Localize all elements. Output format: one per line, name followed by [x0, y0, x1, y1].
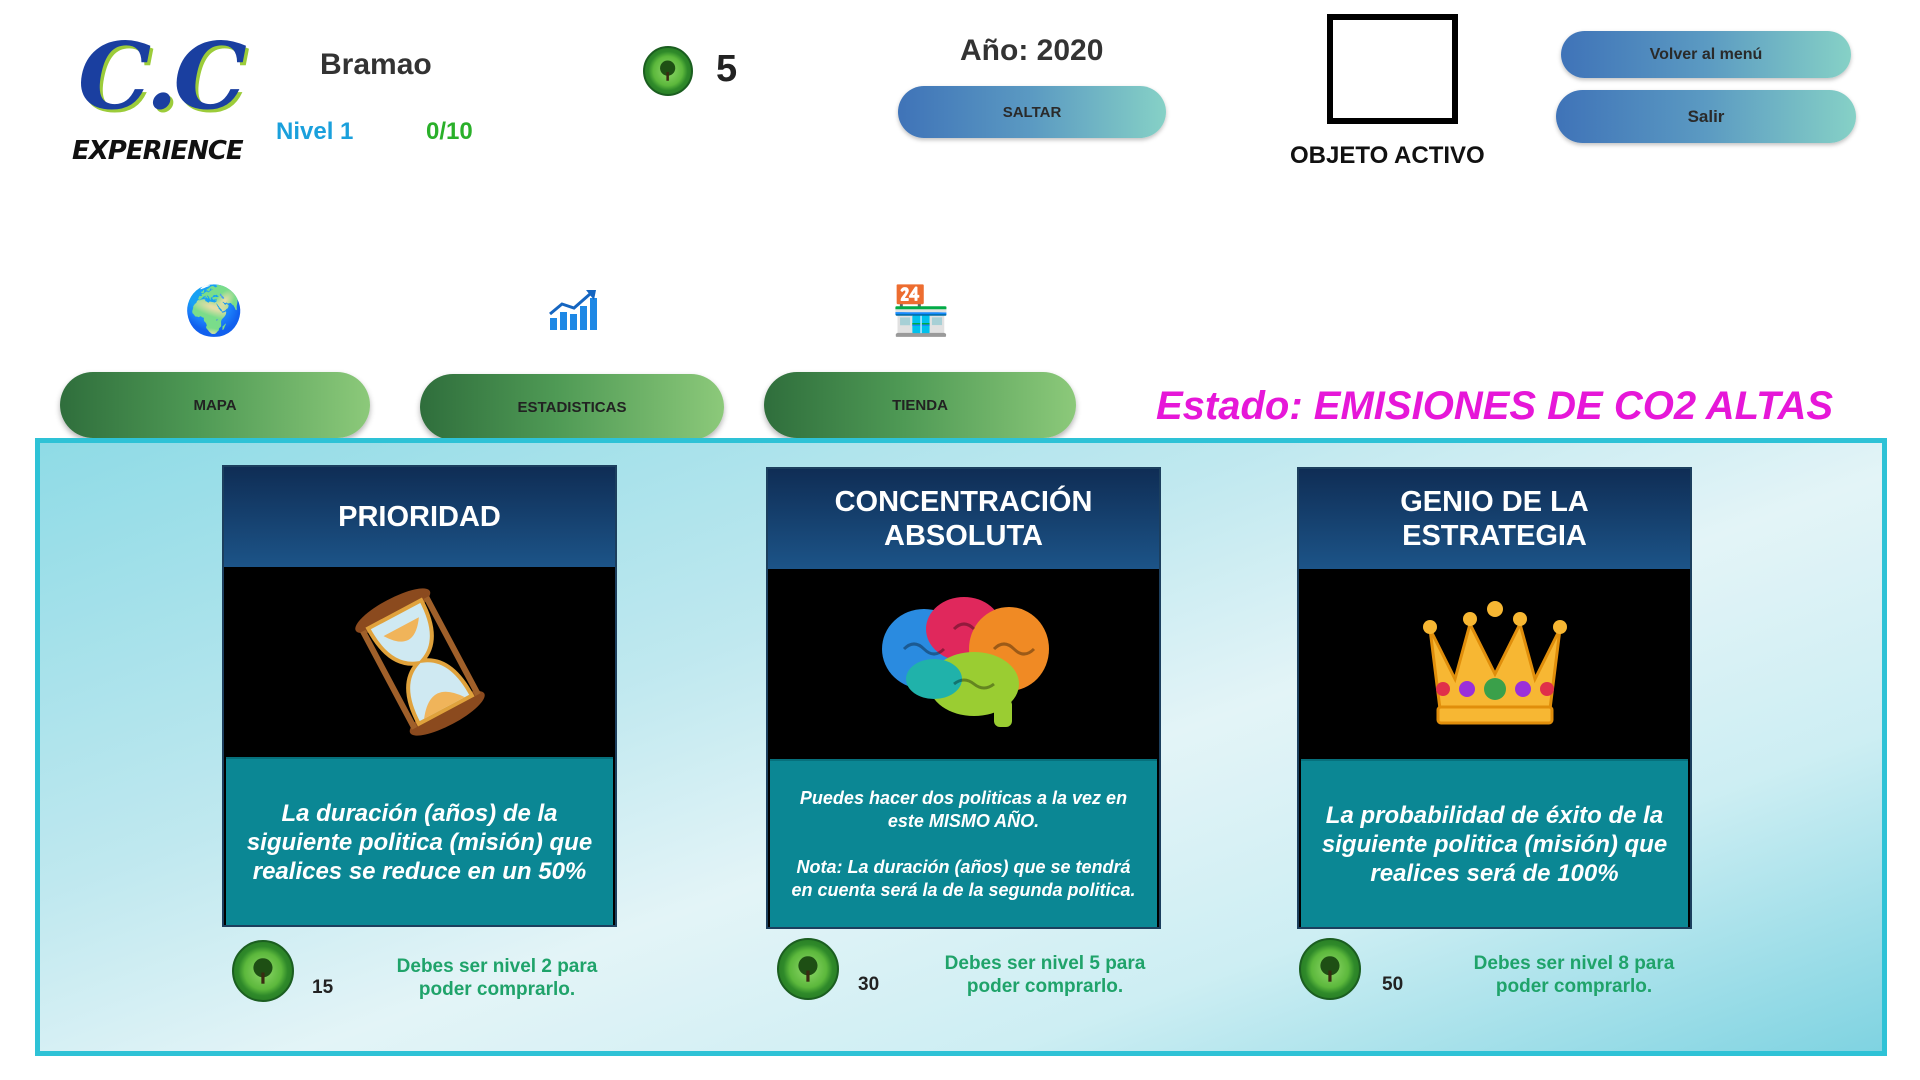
coin-count: 5	[716, 48, 738, 90]
shop-card-priority[interactable]: PRIORIDAD La duración (años) de la sigui…	[222, 465, 617, 927]
tree-coin-icon	[232, 940, 294, 1002]
app-logo: C.C EXPERIENCE	[70, 30, 247, 180]
player-level: Nivel 1	[276, 118, 354, 145]
tree-coin-icon	[1299, 938, 1361, 1000]
back-to-menu-button[interactable]: Volver al menú	[1561, 31, 1851, 78]
logo-subtitle: EXPERIENCE	[72, 136, 244, 166]
card-description: La probabilidad de éxito de la siguiente…	[1301, 759, 1688, 927]
chart-increasing-icon	[540, 288, 604, 345]
active-object-label: OBJETO ACTIVO	[1290, 142, 1485, 169]
card-price: 50	[1382, 974, 1404, 995]
logo-title: C.C	[78, 22, 247, 130]
card-title: PRIORIDAD	[224, 467, 615, 567]
level-progress: 0/10	[426, 118, 473, 145]
exit-button[interactable]: Salir	[1556, 90, 1856, 143]
card-price: 30	[858, 974, 880, 995]
tab-map[interactable]: MAPA	[60, 372, 370, 438]
globe-icon: 🌍	[184, 285, 244, 338]
hourglass-icon	[224, 567, 615, 757]
tree-coin-icon	[777, 938, 839, 1000]
card-description: Puedes hacer dos politicas a la vez en e…	[770, 759, 1157, 927]
tree-coin-icon	[643, 46, 693, 96]
active-object-slot[interactable]	[1327, 14, 1458, 124]
store-icon: 🏪	[891, 285, 951, 338]
card-description: La duración (años) de la siguiente polit…	[226, 757, 613, 925]
card-requirement: Debes ser nivel 5 para poder comprarlo.	[944, 953, 1146, 997]
shop-card-strategy-genius[interactable]: GENIO DE LA ESTRATEGIA La probabilidad d…	[1297, 467, 1692, 929]
crown-icon	[1299, 569, 1690, 759]
shop-card-absolute-concentration[interactable]: CONCENTRACIÓN ABSOLUTA Puedes hacer dos …	[766, 467, 1161, 929]
card-title: GENIO DE LA ESTRATEGIA	[1299, 469, 1690, 569]
card-price: 15	[312, 977, 334, 998]
tab-statistics[interactable]: ESTADISTICAS	[420, 374, 724, 440]
brain-icon	[768, 569, 1159, 759]
shop-panel: PRIORIDAD La duración (años) de la sigui…	[35, 438, 1887, 1056]
card-requirement: Debes ser nivel 2 para poder comprarlo.	[396, 956, 598, 1000]
card-requirement: Debes ser nivel 8 para poder comprarlo.	[1473, 953, 1675, 997]
player-name: Bramao	[320, 48, 432, 81]
card-title: CONCENTRACIÓN ABSOLUTA	[768, 469, 1159, 569]
tab-shop[interactable]: TIENDA	[764, 372, 1076, 438]
skip-button[interactable]: SALTAR	[898, 86, 1166, 138]
emissions-status: Estado: EMISIONES DE CO2 ALTAS	[1156, 384, 1834, 428]
current-year: Año: 2020	[960, 34, 1104, 67]
